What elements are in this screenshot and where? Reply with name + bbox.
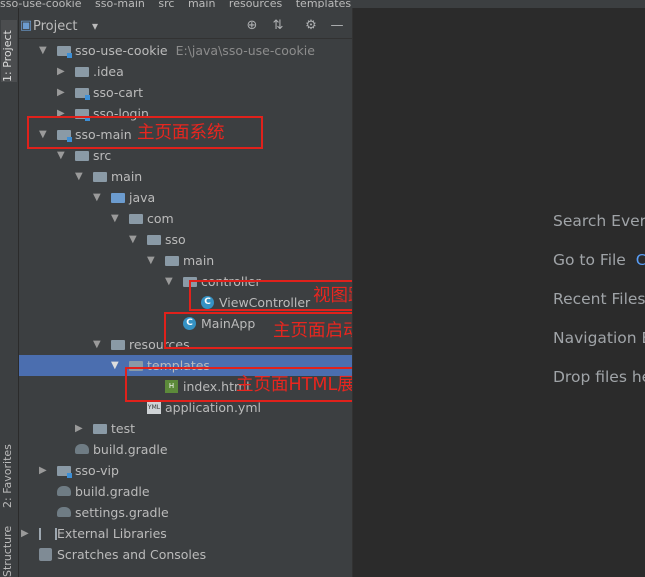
chevron-right-icon[interactable]: ▶	[75, 418, 85, 439]
tree-item-label: sso-vip	[75, 463, 119, 478]
chevron-right-icon[interactable]: ▶	[39, 460, 49, 481]
tree-item-path: E:\java\sso-use-cookie	[175, 43, 315, 58]
tab-project[interactable]: 1: Project	[1, 20, 17, 82]
editor-hint: Go to File C	[553, 251, 645, 269]
chevron-down-icon[interactable]: ▼	[165, 271, 175, 292]
breadcrumb-item[interactable]: sso-use-cookie	[0, 0, 82, 8]
package-icon	[147, 235, 161, 245]
collapse-all-icon[interactable]: ⇅	[271, 19, 285, 33]
left-tool-strip: 1: Project 2: Favorites Structure	[0, 8, 19, 577]
tree-item-label: build.gradle	[93, 442, 168, 457]
tree-item-settings-gradle[interactable]: settings.gradle	[19, 502, 352, 523]
module-folder-icon	[75, 88, 90, 100]
editor-hint: Navigation E	[553, 329, 645, 347]
libraries-icon	[39, 528, 57, 540]
breadcrumb-item[interactable]: templates	[296, 0, 351, 8]
folder-icon	[93, 424, 107, 434]
chevron-down-icon[interactable]: ▼	[93, 187, 103, 208]
tree-item-sso-cart[interactable]: ▶ sso-cart	[19, 82, 352, 103]
tree-item-label: .idea	[93, 64, 124, 79]
editor-hint: Search Every	[553, 212, 645, 230]
folder-icon	[75, 151, 89, 161]
tree-item-label: main	[183, 253, 215, 268]
breadcrumb-item[interactable]: resources	[229, 0, 282, 8]
tree-item-root-build-gradle[interactable]: build.gradle	[19, 481, 352, 502]
chevron-down-icon[interactable]: ▼	[147, 250, 157, 271]
tree-item-sso-use-cookie[interactable]: ▼ sso-use-cookie E:\java\sso-use-cookie	[19, 40, 352, 61]
tab-structure[interactable]: Structure	[1, 513, 17, 577]
tree-item-label: Scratches and Consoles	[57, 547, 207, 562]
project-view-icon: ▣	[19, 18, 33, 33]
tree-item-label: sso	[165, 232, 186, 247]
module-folder-icon	[57, 46, 72, 58]
tree-item-label: java	[129, 190, 156, 205]
chevron-down-icon[interactable]: ▼	[39, 40, 49, 61]
tree-item-label: settings.gradle	[75, 505, 169, 520]
folder-icon	[93, 172, 107, 182]
editor-hint-shortcut: C	[635, 251, 645, 269]
tree-item-external-libraries[interactable]: ▶ External Libraries	[19, 523, 352, 544]
tree-item-main[interactable]: ▼ main	[19, 166, 352, 187]
tree-item-label: main	[111, 169, 143, 184]
annotation-text: 主页面系统	[137, 123, 225, 143]
editor-hint: Recent Files	[553, 290, 645, 308]
tree-item-label: build.gradle	[75, 484, 150, 499]
editor-hint: Drop files he	[553, 368, 645, 386]
tree-item-label: External Libraries	[57, 526, 167, 541]
breadcrumb-item[interactable]: src	[158, 0, 174, 8]
chevron-down-icon[interactable]: ▼	[111, 355, 121, 376]
project-view-selector[interactable]: Project	[33, 19, 77, 34]
package-icon	[165, 256, 179, 266]
breadcrumb: sso-use-cookie sso-main src main resourc…	[0, 0, 645, 8]
package-icon	[129, 214, 143, 224]
tree-item-sso[interactable]: ▼ sso	[19, 229, 352, 250]
chevron-right-icon[interactable]: ▶	[21, 523, 31, 544]
chevron-down-icon[interactable]: ▾	[92, 19, 98, 33]
scratches-icon	[39, 548, 52, 561]
chevron-down-icon[interactable]: ▼	[93, 334, 103, 355]
gradle-icon	[57, 486, 71, 496]
tree-item-idea[interactable]: ▶ .idea	[19, 61, 352, 82]
tree-item-label: sso-cart	[93, 85, 143, 100]
tree-item-label: sso-use-cookie	[75, 43, 168, 58]
tree-item-label: test	[111, 421, 136, 436]
tree-item-java[interactable]: ▼ java	[19, 187, 352, 208]
gradle-icon	[57, 507, 71, 517]
tree-item-label: com	[147, 211, 174, 226]
chevron-down-icon[interactable]: ▼	[111, 208, 121, 229]
tab-favorites[interactable]: 2: Favorites	[1, 438, 17, 508]
chevron-right-icon[interactable]: ▶	[57, 82, 67, 103]
folder-icon	[75, 67, 89, 77]
tree-item-main-package[interactable]: ▼ main	[19, 250, 352, 271]
yml-file-icon: YML	[147, 402, 161, 414]
editor-empty-area: Search Every Go to File C Recent Files N…	[353, 8, 645, 577]
project-panel-header: ▣ Project ▾ ⊕ ⇅ ⚙ —	[19, 16, 352, 39]
tree-item-test[interactable]: ▶ test	[19, 418, 352, 439]
tree-item-sso-vip[interactable]: ▶ sso-vip	[19, 460, 352, 481]
breadcrumb-item[interactable]: sso-main	[95, 0, 145, 8]
chevron-down-icon[interactable]: ▼	[129, 229, 139, 250]
tree-item-com[interactable]: ▼ com	[19, 208, 352, 229]
gear-icon[interactable]: ⚙	[304, 19, 318, 33]
breadcrumb-item[interactable]: main	[188, 0, 215, 8]
chevron-down-icon[interactable]: ▼	[75, 166, 85, 187]
source-folder-icon	[111, 193, 125, 203]
annotation-text: 主页面启动	[273, 321, 361, 341]
chevron-right-icon[interactable]: ▶	[57, 61, 67, 82]
gradle-icon	[75, 444, 89, 454]
resources-folder-icon	[111, 340, 125, 350]
editor-hint-label: Go to File	[553, 251, 626, 269]
locate-icon[interactable]: ⊕	[245, 19, 259, 33]
tree-item-scratches[interactable]: Scratches and Consoles	[19, 544, 352, 565]
module-folder-icon	[57, 466, 72, 478]
tree-item-build-gradle[interactable]: build.gradle	[19, 439, 352, 460]
hide-icon[interactable]: —	[330, 19, 344, 33]
